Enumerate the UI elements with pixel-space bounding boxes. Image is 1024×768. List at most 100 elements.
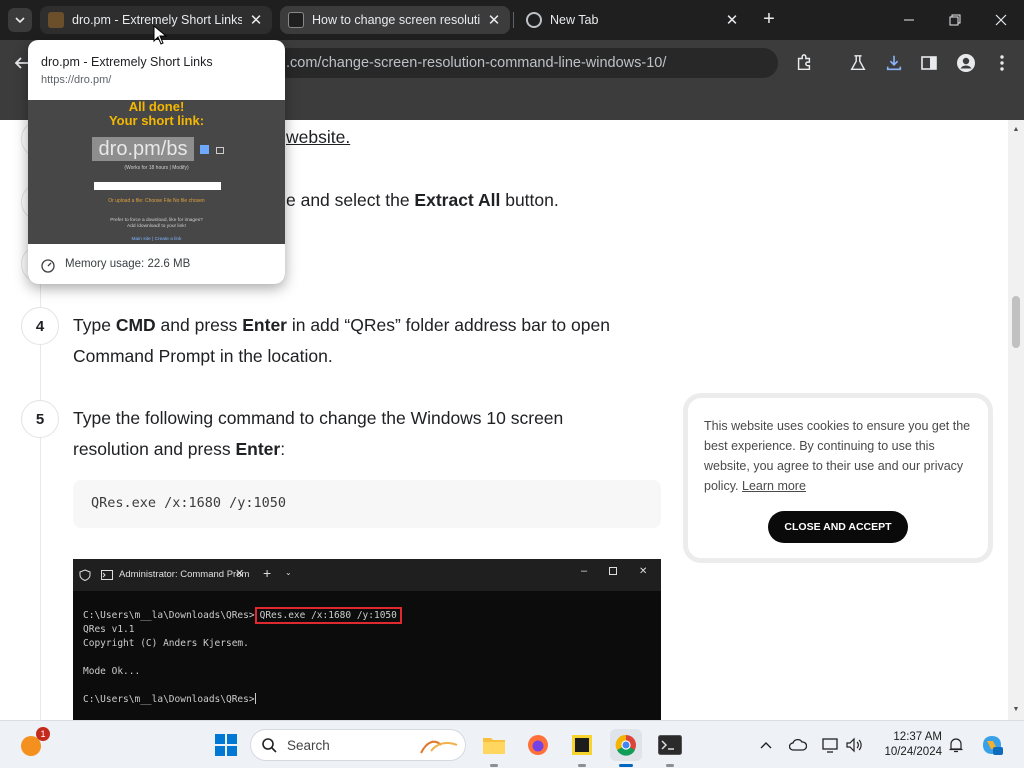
search-highlight-icon	[420, 740, 458, 754]
search-label: Search	[287, 738, 330, 753]
show-hidden-icons-button[interactable]	[756, 735, 776, 755]
terminal-screenshot: Administrator: Command Prom ✕ + ⌄ – ✕ C:…	[73, 559, 661, 720]
tab-how-to-change-resolution[interactable]: How to change screen resolution ✕	[280, 6, 510, 34]
close-icon: ✕	[639, 566, 648, 577]
tab-title: How to change screen resolution	[312, 13, 480, 27]
hover-card-footer: Memory usage: 22.6 MB	[28, 244, 285, 284]
gauge-icon	[41, 259, 55, 273]
terminal-taskbar-button[interactable]	[654, 729, 686, 767]
avatar-icon	[957, 54, 975, 72]
step-4-number: 4	[21, 307, 59, 345]
preview-done-text: All done!	[128, 99, 185, 114]
hover-card-header: dro.pm - Extremely Short Links https://d…	[28, 40, 285, 100]
text-run: and press	[155, 315, 243, 335]
folder-icon	[483, 738, 505, 754]
code-block[interactable]: QRes.exe /x:1680 /y:1050	[73, 480, 661, 528]
maximize-icon	[609, 567, 617, 575]
text-run: Type	[73, 315, 116, 335]
text-run: Type the following command to change the…	[73, 408, 564, 428]
preview-works-note: (Works for 18 hours | Modify)	[124, 165, 189, 171]
network-tray-button[interactable]	[820, 735, 840, 755]
restore-button[interactable]	[932, 0, 978, 40]
bell-icon	[949, 738, 963, 753]
text-run: Prefer to force a download, like for ima…	[110, 218, 203, 223]
minimize-button[interactable]	[886, 0, 932, 40]
terminal-prompt: C:\Users\m__la\Downloads\QRes>	[83, 694, 255, 705]
terminal-prompt: C:\Users\m__la\Downloads\QRes>	[83, 610, 255, 621]
hover-card-preview: All done! Your short link: dro.pm/bs (Wo…	[28, 100, 285, 244]
text-run: e and select the	[286, 190, 415, 210]
restore-icon	[949, 14, 961, 26]
shield-icon	[79, 569, 91, 581]
active-indicator	[619, 764, 633, 767]
chrome-icon	[615, 734, 636, 756]
chevron-down-icon	[15, 17, 25, 24]
notifications-button[interactable]	[946, 735, 966, 755]
tab-new-tab[interactable]: New Tab ✕	[518, 6, 748, 34]
scroll-down-icon[interactable]: ▼	[1012, 706, 1020, 714]
close-and-accept-button[interactable]: CLOSE AND ACCEPT	[768, 511, 908, 543]
terminal-icon	[101, 570, 113, 580]
labs-button[interactable]	[846, 51, 870, 75]
download-icon	[886, 55, 902, 71]
address-url[interactable]: .com/change-screen-resolution-command-li…	[286, 55, 666, 71]
taskbar-clock[interactable]: 12:37 AM 10/24/2024	[872, 730, 942, 760]
taskbar-search-box[interactable]: Search	[250, 729, 466, 761]
start-button[interactable]	[210, 729, 242, 761]
close-icon[interactable]: ✕	[486, 12, 502, 29]
downloads-button[interactable]	[882, 51, 906, 75]
new-tab-button[interactable]: +	[757, 8, 781, 32]
close-icon	[995, 14, 1007, 26]
flask-icon	[850, 55, 866, 71]
scroll-thumb[interactable]	[1012, 296, 1020, 348]
preview-short-link-label: Your short link:	[108, 113, 205, 128]
preview-links: Main site | Create a link	[131, 237, 182, 242]
firefox-taskbar-button[interactable]	[522, 729, 554, 761]
terminal-icon	[658, 735, 682, 755]
page-scrollbar[interactable]: ▲ ▼	[1008, 120, 1024, 720]
close-icon[interactable]: ✕	[248, 12, 264, 29]
copilot-icon	[983, 736, 1003, 755]
website-link[interactable]: website.	[286, 127, 350, 147]
text-run: in add “QRes” folder address bar to open	[286, 315, 610, 335]
chrome-taskbar-button[interactable]	[610, 729, 642, 767]
text-bold: Extract All	[414, 190, 501, 210]
close-icon[interactable]: ✕	[724, 12, 740, 29]
copilot-button[interactable]	[980, 733, 1004, 757]
cursor	[254, 693, 256, 704]
cloud-icon	[789, 738, 807, 751]
cloud-tray-button[interactable]	[788, 735, 808, 755]
file-explorer-taskbar-button[interactable]	[478, 729, 510, 767]
minimize-icon	[904, 19, 914, 21]
app-taskbar-button[interactable]	[566, 729, 598, 767]
running-indicator	[490, 764, 498, 767]
menu-button[interactable]	[990, 51, 1014, 75]
close-window-button[interactable]	[978, 0, 1024, 40]
text-bold: CMD	[115, 315, 156, 335]
dro-pm-favicon-icon	[48, 12, 64, 28]
profile-button[interactable]	[954, 51, 978, 75]
preview-input	[94, 182, 221, 190]
scroll-up-icon[interactable]: ▲	[1012, 126, 1020, 134]
volume-tray-button[interactable]	[844, 735, 864, 755]
side-panel-icon	[921, 56, 937, 70]
step-extract-text: e and select the Extract All button.	[286, 185, 559, 216]
step-5-number: 5	[21, 400, 59, 438]
learn-more-link[interactable]: Learn more	[742, 479, 806, 493]
minimize-icon: –	[581, 565, 588, 577]
clock-time: 12:37 AM	[893, 731, 942, 743]
extensions-button[interactable]	[792, 51, 816, 75]
text-bold: Enter	[242, 315, 287, 335]
external-link-icon	[200, 145, 209, 154]
terminal-line: Mode Ok...	[83, 666, 141, 677]
step-link-text[interactable]: website.	[286, 122, 350, 153]
tab-search-button[interactable]	[8, 8, 32, 32]
cookie-message: This website uses cookies to ensure you …	[704, 416, 984, 496]
windows-taskbar: 1 Search 12:37 AM 10/24/2024	[0, 720, 1024, 768]
weather-widget[interactable]: 1	[16, 727, 50, 761]
clock-date: 10/24/2024	[884, 746, 942, 758]
text-run: button.	[500, 190, 559, 210]
plus-icon: +	[263, 565, 272, 581]
side-panel-button[interactable]	[917, 51, 941, 75]
text-run: :	[280, 439, 286, 459]
